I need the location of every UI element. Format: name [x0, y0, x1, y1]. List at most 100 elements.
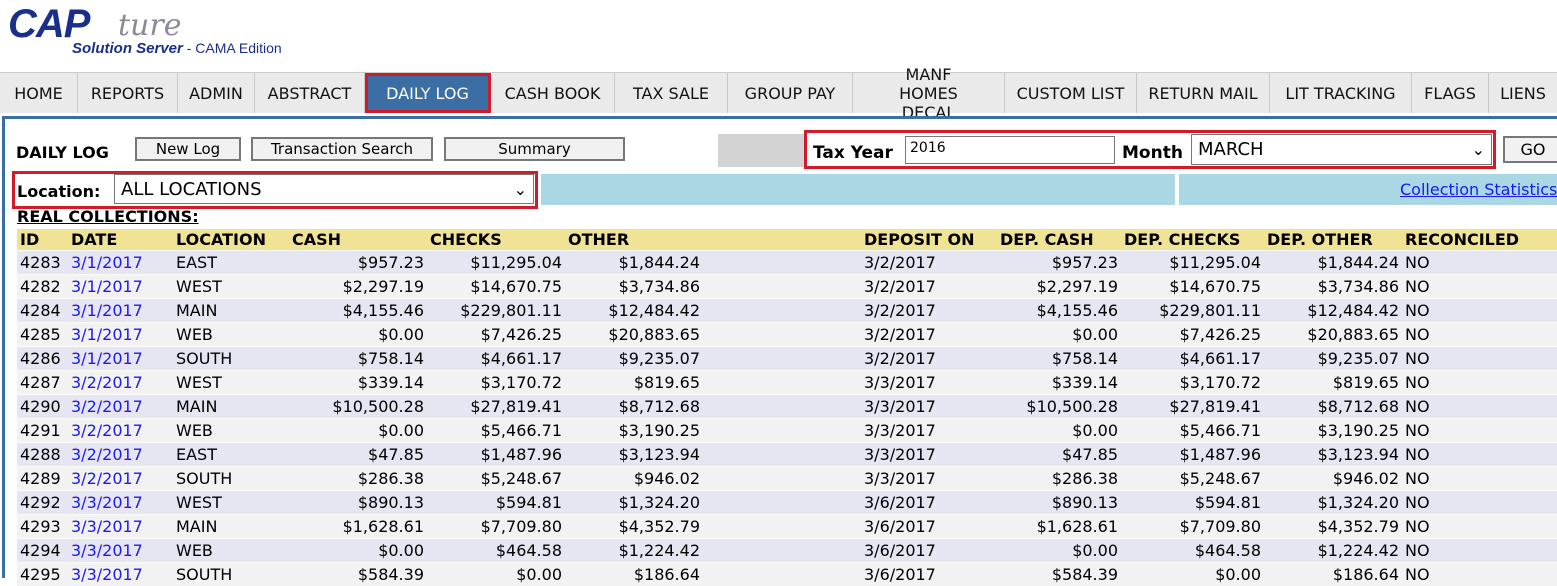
- cell-dep-checks: $464.58: [1121, 539, 1264, 563]
- cell-dep-other: $186.64: [1264, 563, 1402, 586]
- cell-cash: $2,297.19: [289, 275, 427, 299]
- table-header-row: ID DATE LOCATION CASH CHECKS OTHER DEPOS…: [17, 229, 1557, 251]
- logo-subtitle-main: Solution Server: [72, 40, 183, 57]
- nav-home[interactable]: HOME: [0, 73, 78, 113]
- cell-dep-other: $819.65: [1264, 371, 1402, 395]
- cell-checks: $11,295.04: [427, 251, 565, 275]
- col-header-checks: CHECKS: [427, 229, 565, 251]
- cell-id: 4295: [17, 563, 68, 586]
- cell-other: $8,712.68: [565, 395, 703, 419]
- nav-lit-tracking[interactable]: LIT TRACKING: [1270, 73, 1412, 113]
- col-header-deposit-on: DEPOSIT ON: [861, 229, 997, 251]
- cell-date[interactable]: 3/2/2017: [68, 467, 173, 491]
- location-label: Location:: [17, 182, 100, 201]
- nav-abstract[interactable]: ABSTRACT: [255, 73, 365, 113]
- nav-admin[interactable]: ADMIN: [178, 73, 255, 113]
- cell-date[interactable]: 3/3/2017: [68, 491, 173, 515]
- go-button[interactable]: GO: [1503, 136, 1557, 163]
- nav-return-mail[interactable]: RETURN MAIL: [1137, 73, 1270, 113]
- cell-cash: $0.00: [289, 539, 427, 563]
- cell-dep-checks: $7,709.80: [1121, 515, 1264, 539]
- cell-date[interactable]: 3/3/2017: [68, 563, 173, 586]
- cell-date[interactable]: 3/1/2017: [68, 251, 173, 275]
- cell-location: MAIN: [173, 515, 289, 539]
- cell-other: $819.65: [565, 371, 703, 395]
- tax-year-input[interactable]: 2016: [905, 136, 1115, 164]
- cell-blank: [703, 443, 861, 467]
- nav-liens[interactable]: LIENS: [1489, 73, 1557, 113]
- col-header-id: ID: [17, 229, 68, 251]
- col-header-reconciled: RECONCILED: [1402, 229, 1557, 251]
- nav-group-pay[interactable]: GROUP PAY: [728, 73, 853, 113]
- cell-blank: [703, 275, 861, 299]
- cell-dep-other: $12,484.42: [1264, 299, 1402, 323]
- cell-other: $3,123.94: [565, 443, 703, 467]
- cell-other: $1,844.24: [565, 251, 703, 275]
- cell-other: $3,190.25: [565, 419, 703, 443]
- cell-id: 4290: [17, 395, 68, 419]
- nav-custom-list[interactable]: CUSTOM LIST: [1005, 73, 1137, 113]
- new-log-button[interactable]: New Log: [135, 137, 241, 161]
- month-select[interactable]: MARCH ⌄: [1191, 134, 1492, 165]
- cell-dep-checks: $3,170.72: [1121, 371, 1264, 395]
- table-row: 42923/3/2017WEST$890.13$594.81$1,324.203…: [17, 491, 1557, 515]
- cell-date[interactable]: 3/3/2017: [68, 539, 173, 563]
- cell-date[interactable]: 3/1/2017: [68, 275, 173, 299]
- nav-daily-log[interactable]: DAILY LOG: [365, 73, 491, 113]
- table-row: 42933/3/2017MAIN$1,628.61$7,709.80$4,352…: [17, 515, 1557, 539]
- cell-blank: [703, 323, 861, 347]
- col-header-date: DATE: [68, 229, 173, 251]
- collection-statistics-link[interactable]: Collection Statistics: [1400, 180, 1557, 199]
- nav-reports[interactable]: REPORTS: [78, 73, 178, 113]
- logo-subtitle: Solution Server - CAMA Edition: [72, 40, 282, 57]
- cell-location: WEST: [173, 371, 289, 395]
- cell-cash: $0.00: [289, 323, 427, 347]
- cell-location: EAST: [173, 443, 289, 467]
- nav-cash-book[interactable]: CASH BOOK: [491, 73, 615, 113]
- cell-checks: $3,170.72: [427, 371, 565, 395]
- cell-cash: $890.13: [289, 491, 427, 515]
- cell-date[interactable]: 3/2/2017: [68, 395, 173, 419]
- summary-button[interactable]: Summary: [444, 137, 625, 161]
- cell-dep-cash: $2,297.19: [997, 275, 1121, 299]
- location-select-value: ALL LOCATIONS: [121, 179, 262, 200]
- col-header-dep-checks: DEP. CHECKS: [1121, 229, 1264, 251]
- table-row: 42913/2/2017WEB$0.00$5,466.71$3,190.253/…: [17, 419, 1557, 443]
- cell-deposit-on: 3/3/2017: [861, 443, 997, 467]
- cell-dep-other: $946.02: [1264, 467, 1402, 491]
- cell-date[interactable]: 3/1/2017: [68, 323, 173, 347]
- cell-checks: $4,661.17: [427, 347, 565, 371]
- table-row: 42893/2/2017SOUTH$286.38$5,248.67$946.02…: [17, 467, 1557, 491]
- cell-location: EAST: [173, 251, 289, 275]
- cell-date[interactable]: 3/1/2017: [68, 299, 173, 323]
- cell-dep-checks: $11,295.04: [1121, 251, 1264, 275]
- cell-reconciled: NO: [1402, 563, 1557, 586]
- chevron-down-icon: ⌄: [514, 180, 527, 199]
- cell-other: $9,235.07: [565, 347, 703, 371]
- cell-date[interactable]: 3/1/2017: [68, 347, 173, 371]
- cell-date[interactable]: 3/3/2017: [68, 515, 173, 539]
- cell-date[interactable]: 3/2/2017: [68, 419, 173, 443]
- cell-date[interactable]: 3/2/2017: [68, 443, 173, 467]
- cell-checks: $0.00: [427, 563, 565, 586]
- location-select[interactable]: ALL LOCATIONS ⌄: [114, 174, 534, 204]
- cell-location: SOUTH: [173, 563, 289, 586]
- cell-deposit-on: 3/6/2017: [861, 563, 997, 586]
- cell-deposit-on: 3/6/2017: [861, 515, 997, 539]
- cell-other: $186.64: [565, 563, 703, 586]
- cell-deposit-on: 3/2/2017: [861, 251, 997, 275]
- nav-tax-sale[interactable]: TAX SALE: [615, 73, 728, 113]
- col-header-other: OTHER: [565, 229, 703, 251]
- cell-other: $946.02: [565, 467, 703, 491]
- daily-log-panel: DAILY LOG New Log Transaction Search Sum…: [2, 116, 1557, 578]
- cell-location: WEB: [173, 419, 289, 443]
- cell-location: WEST: [173, 491, 289, 515]
- cell-blank: [703, 419, 861, 443]
- nav-flags[interactable]: FLAGS: [1412, 73, 1489, 113]
- cell-dep-cash: $0.00: [997, 419, 1121, 443]
- transaction-search-button[interactable]: Transaction Search: [251, 137, 433, 161]
- cell-other: $1,224.42: [565, 539, 703, 563]
- cell-reconciled: NO: [1402, 299, 1557, 323]
- cell-date[interactable]: 3/2/2017: [68, 371, 173, 395]
- nav-manf-homes-decal[interactable]: MANF HOMES DECAL: [853, 73, 1005, 113]
